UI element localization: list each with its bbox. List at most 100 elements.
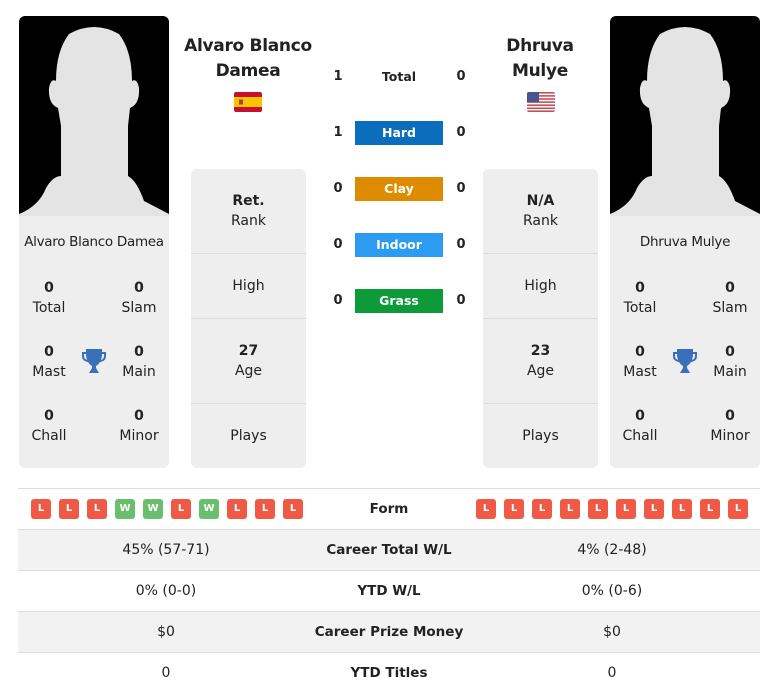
h2h-p1-indoor: 0 (333, 237, 343, 252)
player1-titles-total: 0 Total (32, 280, 66, 316)
trophy-icon (673, 348, 697, 374)
h2h-p1-clay: 0 (333, 181, 343, 196)
stats-label-ytd-titles: YTD Titles (350, 665, 428, 681)
player1-info-card: Ret. Rank High 27 Age Plays (191, 169, 306, 468)
player2-name-label: Dhruva Mulye (639, 234, 731, 250)
h2h-p2-indoor: 0 (456, 237, 466, 252)
form-badge-win[interactable]: W (115, 499, 135, 519)
player2-titles-minor: 0 Minor (710, 408, 750, 444)
player2-titles-main: 0 Main (713, 344, 747, 380)
surface-badge-indoor[interactable]: Indoor (355, 233, 443, 257)
player1-titles-slam: 0 Slam (121, 280, 157, 316)
player2-career-wl: 4% (2-48) (577, 542, 647, 558)
usa-flag-icon (527, 92, 555, 112)
player1-titles-minor: 0 Minor (119, 408, 159, 444)
player1-title[interactable]: Alvaro Blanco Damea (178, 34, 318, 84)
h2h-p2-grass: 0 (456, 293, 466, 308)
h2h-p1-total: 1 (333, 69, 343, 84)
form-badge-loss[interactable]: L (476, 499, 496, 519)
h2h-row-grass: 0 Grass 0 (330, 289, 470, 313)
player1-high: High (232, 278, 265, 294)
stats-row-prize-money: $0 Career Prize Money $0 (18, 611, 760, 652)
player1-titles-chall: 0 Chall (31, 408, 67, 444)
form-badge-win[interactable]: W (143, 499, 163, 519)
player2-titles-chall: 0 Chall (622, 408, 658, 444)
trophy-icon (82, 348, 106, 374)
player2-photo (610, 16, 760, 216)
stats-label-ytd-wl: YTD W/L (357, 583, 421, 599)
form-badge-loss[interactable]: L (87, 499, 107, 519)
h2h-p2-total: 0 (456, 69, 466, 84)
form-badge-loss[interactable]: L (283, 499, 303, 519)
player2-titles-mast: 0 Mast (623, 344, 657, 380)
player1-ytd-titles: 0 (161, 665, 171, 681)
stats-row-ytd-titles: 0 YTD Titles 0 (18, 652, 760, 693)
h2h-row-indoor: 0 Indoor 0 (330, 233, 470, 257)
form-badge-loss[interactable]: L (255, 499, 275, 519)
player2-plays: Plays (522, 428, 559, 444)
player1-titles-mast: 0 Mast (32, 344, 66, 380)
divider (483, 403, 598, 404)
form-badge-loss[interactable]: L (588, 499, 608, 519)
stats-label-prize-money: Career Prize Money (314, 624, 464, 640)
form-badge-loss[interactable]: L (504, 499, 524, 519)
player1-name-label: Alvaro Blanco Damea (24, 234, 164, 250)
h2h-row-total: 1 Total 0 (330, 65, 470, 89)
h2h-row-hard: 1 Hard 0 (330, 121, 470, 145)
form-badge-loss[interactable]: L (672, 499, 692, 519)
h2h-row-clay: 0 Clay 0 (330, 177, 470, 201)
player2-high: High (524, 278, 557, 294)
player2-form: LLLLLLLLLL (476, 499, 748, 519)
player1-career-wl: 45% (57-71) (122, 542, 210, 558)
surface-badge-hard[interactable]: Hard (355, 121, 443, 145)
player1-age: 27 Age (234, 343, 263, 379)
spain-flag-icon (234, 92, 262, 112)
stats-table: LLLWWLWLLL Form LLLLLLLLLL 45% (57-71) C… (18, 488, 760, 693)
player2-rank: N/A Rank (523, 193, 558, 229)
player2-title[interactable]: Dhruva Mulye (470, 34, 610, 84)
divider (191, 253, 306, 254)
surface-badge-clay[interactable]: Clay (355, 177, 443, 201)
form-badge-win[interactable]: W (199, 499, 219, 519)
h2h-p2-hard: 0 (456, 125, 466, 140)
divider (191, 403, 306, 404)
player2-ytd-wl: 0% (0-6) (581, 583, 643, 599)
form-badge-loss[interactable]: L (644, 499, 664, 519)
h2h-label-total: Total (381, 69, 417, 84)
player2-prize-money: $0 (603, 624, 621, 640)
player2-titles-total: 0 Total (623, 280, 657, 316)
form-badge-loss[interactable]: L (59, 499, 79, 519)
form-badge-loss[interactable]: L (728, 499, 748, 519)
player1-prize-money: $0 (157, 624, 175, 640)
player2-ytd-titles: 0 (607, 665, 617, 681)
stats-row-career-wl: 45% (57-71) Career Total W/L 4% (2-48) (18, 529, 760, 570)
form-badge-loss[interactable]: L (171, 499, 191, 519)
form-badge-loss[interactable]: L (31, 499, 51, 519)
stats-label-form: Form (369, 501, 409, 517)
h2h-p1-grass: 0 (333, 293, 343, 308)
player1-plays: Plays (230, 428, 267, 444)
player1-photo (19, 16, 169, 216)
silhouette-icon (610, 27, 760, 216)
divider (483, 253, 598, 254)
silhouette-icon (19, 27, 169, 216)
form-badge-loss[interactable]: L (560, 499, 580, 519)
h2h-p1-hard: 1 (333, 125, 343, 140)
player2-info-card: N/A Rank High 23 Age Plays (483, 169, 598, 468)
form-badge-loss[interactable]: L (532, 499, 552, 519)
player1-titles-main: 0 Main (122, 344, 156, 380)
player1-rank: Ret. Rank (231, 193, 266, 229)
stats-row-ytd-wl: 0% (0-0) YTD W/L 0% (0-6) (18, 570, 760, 611)
form-badge-loss[interactable]: L (616, 499, 636, 519)
player1-card: Alvaro Blanco Damea 0 Total 0 Slam 0 Mast 0… (19, 16, 169, 468)
stats-label-career-wl: Career Total W/L (326, 542, 452, 558)
form-badge-loss[interactable]: L (700, 499, 720, 519)
form-badge-loss[interactable]: L (227, 499, 247, 519)
stats-row-form: LLLWWLWLLL Form LLLLLLLLLL (18, 488, 760, 529)
divider (483, 318, 598, 319)
surface-badge-grass[interactable]: Grass (355, 289, 443, 313)
divider (191, 318, 306, 319)
player2-titles-slam: 0 Slam (712, 280, 748, 316)
player1-form: LLLWWLWLLL (31, 499, 303, 519)
player2-card: Dhruva Mulye 0 Total 0 Slam 0 Mast 0 Main 0C… (610, 16, 760, 468)
